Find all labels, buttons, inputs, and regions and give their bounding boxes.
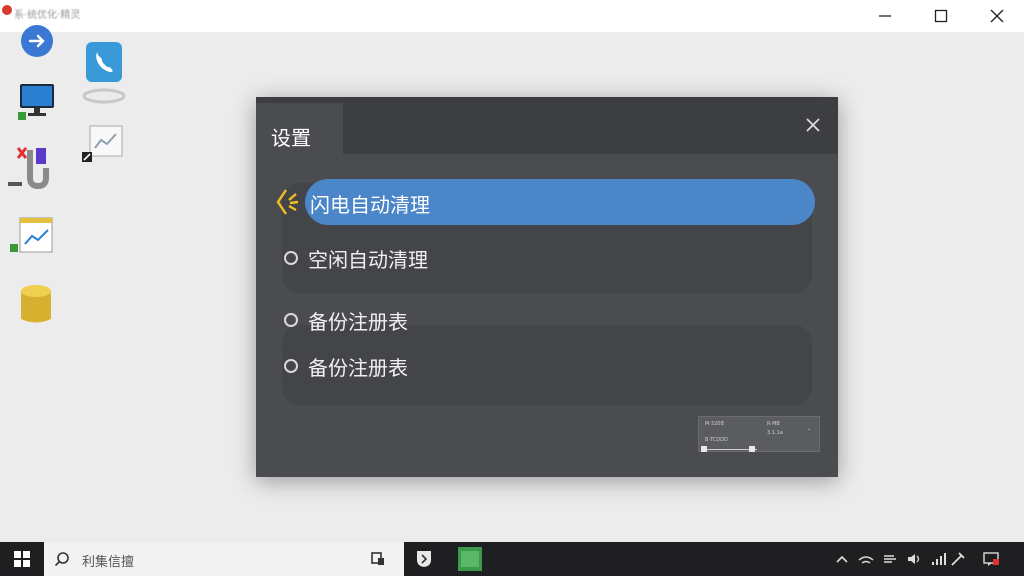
mini-text-4: 3.1.1a xyxy=(767,430,783,436)
radio-button[interactable] xyxy=(284,359,298,373)
chart-window-icon[interactable] xyxy=(10,216,54,256)
dialog-title: 设置 xyxy=(271,126,311,150)
minimize-button[interactable] xyxy=(862,0,908,32)
title-bar: 系·统优化·精灵 xyxy=(0,0,1024,32)
close-window-button[interactable] xyxy=(974,0,1020,32)
taskbar-search-box[interactable]: 利集信擅 xyxy=(44,542,404,576)
app-logo-icon xyxy=(2,5,12,15)
radio-button[interactable] xyxy=(284,251,298,265)
taskbar: 利集信擅 xyxy=(0,542,1024,576)
mini-status-panel: M·320B R·MB B·TCDDD 3.1.1a ⌄ xyxy=(698,416,820,452)
speaker-icon[interactable] xyxy=(906,551,922,567)
signal-bars-icon[interactable] xyxy=(930,551,946,567)
taskbar-app-active[interactable] xyxy=(452,542,488,576)
taskbar-app-shield[interactable] xyxy=(410,542,438,576)
shield-icon xyxy=(417,551,431,567)
wind-icon[interactable] xyxy=(882,551,898,567)
arrow-right-circle-icon[interactable] xyxy=(20,24,54,58)
lightning-spark-icon xyxy=(272,186,304,218)
minimize-icon xyxy=(879,15,891,17)
option-label-idle-clean: 空闲自动清理 xyxy=(308,247,428,272)
mini-slider-knob-right[interactable] xyxy=(749,446,755,452)
dialog-header: 设置 xyxy=(256,97,838,154)
option-backup-registry-1[interactable]: 备份注册表 xyxy=(282,300,408,340)
tab-settings[interactable]: 设置 xyxy=(256,103,343,154)
option-backup-registry-2[interactable]: 备份注册表 xyxy=(282,346,408,386)
windows-logo-icon xyxy=(14,551,30,567)
start-button[interactable] xyxy=(0,542,44,576)
maximize-button[interactable] xyxy=(918,0,964,32)
settings-dialog: 设置 闪电自动清理 空闲自动清理 备份注册表 备份注册表 M·320B R·MB… xyxy=(256,97,838,477)
tool-icon[interactable] xyxy=(950,551,966,567)
mini-text-3: B·TCDDD xyxy=(705,437,728,443)
chart-shortcut-icon[interactable] xyxy=(82,124,124,166)
close-icon xyxy=(990,9,1004,23)
cleaner-tool-icon[interactable] xyxy=(8,144,54,194)
database-icon[interactable] xyxy=(20,284,52,326)
notification-icon[interactable] xyxy=(982,550,1000,568)
option-idle-clean[interactable]: 空闲自动清理 xyxy=(282,238,428,278)
chevron-up-icon[interactable] xyxy=(834,551,850,567)
close-icon xyxy=(806,118,820,132)
app-window-icon xyxy=(458,547,482,571)
mini-slider-knob-left[interactable] xyxy=(701,446,707,452)
monitor-icon[interactable] xyxy=(18,82,56,122)
task-view-icon[interactable] xyxy=(370,551,386,567)
chevron-down-icon[interactable]: ⌄ xyxy=(807,426,811,432)
network-wave-icon[interactable] xyxy=(858,551,874,567)
maximize-icon xyxy=(934,9,948,23)
mini-text-2: R·MB xyxy=(767,421,780,427)
option-label-lightning-clean: 闪电自动清理 xyxy=(310,193,430,217)
phone-app-icon[interactable] xyxy=(80,40,128,106)
radio-button[interactable] xyxy=(284,313,298,327)
option-label-backup-registry-1: 备份注册表 xyxy=(308,309,408,334)
window-title: 系·统优化·精灵 xyxy=(14,10,81,21)
mini-text-1: M·320B xyxy=(705,421,724,427)
search-input-text: 利集信擅 xyxy=(82,555,135,570)
search-icon xyxy=(54,552,69,567)
option-label-backup-registry-2: 备份注册表 xyxy=(308,355,408,380)
dialog-close-button[interactable] xyxy=(804,116,824,136)
